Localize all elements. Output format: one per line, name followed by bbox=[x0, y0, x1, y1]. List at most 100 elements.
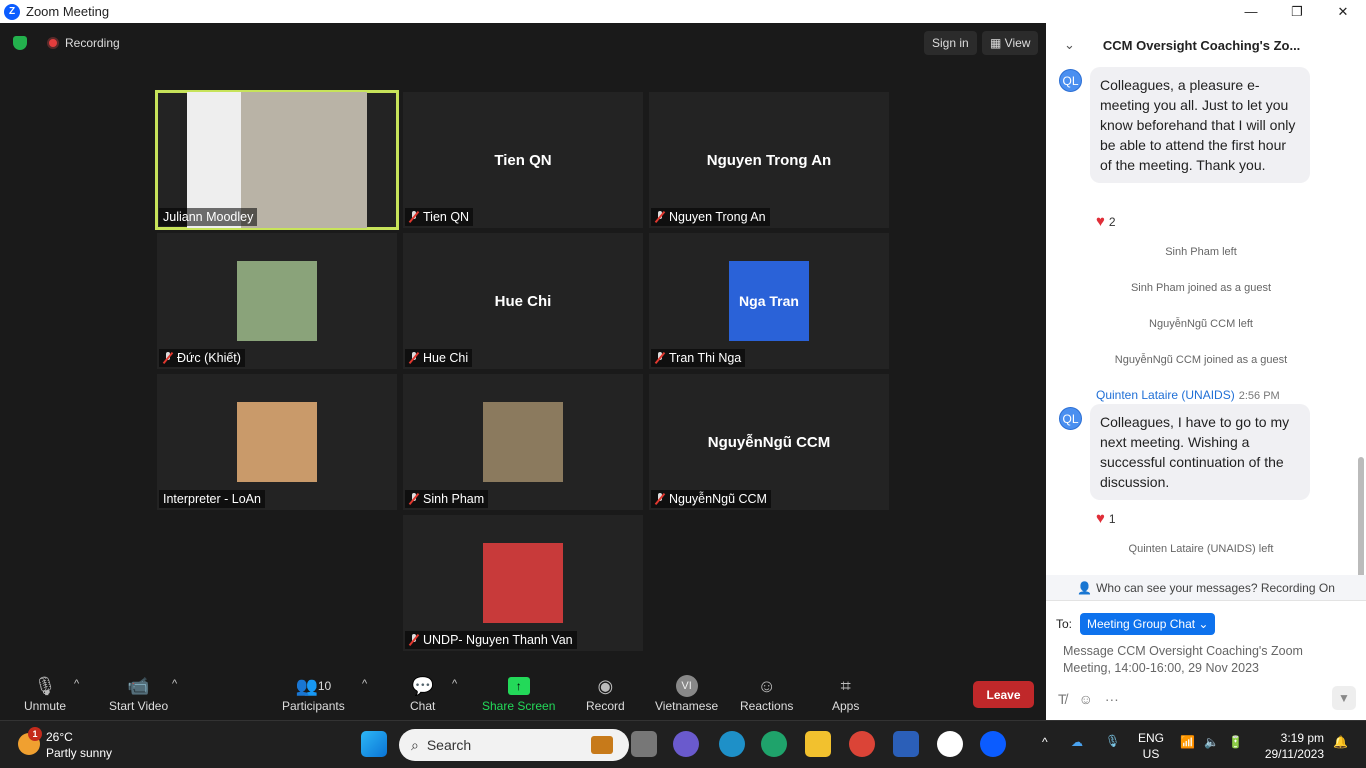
teams-icon[interactable] bbox=[673, 731, 699, 757]
start-video-button[interactable]: 📹 Start Video bbox=[109, 673, 168, 714]
video-tile[interactable]: Juliann Moodley bbox=[155, 90, 399, 230]
language-interpretation-button[interactable]: VI Vietnamese bbox=[655, 673, 718, 713]
briefcase-icon bbox=[591, 736, 613, 754]
chrome-icon[interactable] bbox=[849, 731, 875, 757]
collapse-chevron-icon[interactable]: ⌄ bbox=[1064, 37, 1075, 53]
video-off-icon: 📹 bbox=[127, 675, 150, 696]
participant-photo bbox=[237, 402, 317, 482]
search-icon: ⌕ bbox=[411, 736, 419, 753]
muted-mic-icon bbox=[409, 634, 419, 646]
message-input[interactable]: Message CCM Oversight Coaching's Zoom Me… bbox=[1063, 643, 1343, 677]
maximize-button[interactable]: ❐ bbox=[1274, 0, 1320, 23]
participant-label: Sinh Pham bbox=[405, 490, 489, 508]
video-tile[interactable]: Interpreter - LoAn bbox=[157, 374, 397, 510]
chat-options-caret[interactable]: ^ bbox=[452, 678, 457, 690]
message-time: 2:56 PM bbox=[1238, 390, 1280, 402]
microphone-icon[interactable]: 🎙 bbox=[1105, 734, 1120, 748]
message-visibility-notice[interactable]: 👤 Who can see your messages? Recording On bbox=[1046, 575, 1366, 601]
recipient-dropdown[interactable]: Meeting Group Chat ⌄ bbox=[1080, 613, 1216, 635]
participant-photo bbox=[483, 543, 563, 623]
muted-mic-icon bbox=[655, 493, 665, 505]
language-badge-icon: VI bbox=[675, 675, 698, 697]
system-message: NguyễnNgũ CCM joined as a guest bbox=[1114, 354, 1288, 366]
video-tile[interactable]: Tien QN Tien QN bbox=[403, 92, 643, 228]
heart-reaction[interactable]: ♥ 1 bbox=[1096, 510, 1116, 527]
participant-avatar: Nga Tran bbox=[729, 261, 809, 341]
chat-button[interactable]: 💬 Chat bbox=[410, 673, 435, 714]
chat-panel: ⌄ CCM Oversight Coaching's Zo... QL Colle… bbox=[1046, 23, 1366, 720]
share-screen-button[interactable]: ↑ Share Screen bbox=[482, 673, 555, 713]
security-shield-icon[interactable] bbox=[13, 36, 27, 50]
chat-scrollbar[interactable] bbox=[1358, 457, 1364, 575]
edge-icon[interactable] bbox=[761, 731, 787, 757]
participant-label: Tien QN bbox=[405, 208, 474, 226]
video-tile[interactable]: NguyễnNgũ CCM NguyễnNgũ CCM bbox=[649, 374, 889, 510]
input-language[interactable]: ENG US bbox=[1138, 730, 1164, 762]
task-view-icon[interactable] bbox=[631, 731, 657, 757]
wifi-icon[interactable]: 📶 bbox=[1180, 735, 1195, 749]
record-dot-icon bbox=[47, 37, 59, 49]
avatar: QL bbox=[1059, 407, 1082, 430]
onedrive-icon[interactable]: ☁ bbox=[1071, 735, 1083, 749]
zalo-icon[interactable] bbox=[937, 731, 963, 757]
format-text-icon[interactable]: T̸ bbox=[1058, 691, 1067, 707]
heart-reaction[interactable]: ♥ 2 bbox=[1096, 213, 1116, 230]
share-screen-icon: ↑ bbox=[507, 677, 530, 695]
help-icon[interactable] bbox=[719, 731, 745, 757]
emoji-icon[interactable]: ☺ bbox=[1079, 691, 1093, 707]
send-button[interactable]: ▼ bbox=[1332, 686, 1356, 710]
view-button[interactable]: ▦ View bbox=[982, 31, 1039, 55]
participant-label: Interpreter - LoAn bbox=[159, 490, 265, 508]
apps-icon: ⌗ bbox=[840, 675, 851, 696]
participant-label: Đức (Khiết) bbox=[159, 349, 245, 367]
video-tile[interactable]: UNDP- Nguyen Thanh Van bbox=[403, 515, 643, 651]
muted-mic-icon bbox=[409, 211, 419, 223]
video-tile[interactable]: Đức (Khiết) bbox=[157, 233, 397, 369]
minimize-button[interactable]: — bbox=[1228, 0, 1274, 23]
video-options-caret[interactable]: ^ bbox=[172, 678, 177, 690]
windows-taskbar: 1 26°C Partly sunny ⌕ Search ^ ☁ 🎙 ENG US 📶… bbox=[0, 720, 1366, 768]
system-message: Sinh Pham left bbox=[1165, 246, 1237, 258]
chat-icon: 💬 bbox=[411, 675, 434, 696]
participant-label: NguyễnNgũ CCM bbox=[651, 490, 771, 508]
unmute-button[interactable]: 🎙 Unmute bbox=[24, 673, 66, 714]
recording-indicator[interactable]: Recording bbox=[47, 36, 120, 50]
video-tile[interactable]: Hue Chi Hue Chi bbox=[403, 233, 643, 369]
zoom-logo-icon: Z bbox=[4, 3, 20, 20]
audio-options-caret[interactable]: ^ bbox=[74, 678, 79, 690]
more-icon[interactable]: ··· bbox=[1105, 691, 1119, 707]
leave-button[interactable]: Leave bbox=[973, 681, 1034, 708]
sign-in-button[interactable]: Sign in bbox=[924, 31, 977, 55]
reactions-button[interactable]: ☺ Reactions bbox=[740, 673, 793, 714]
word-icon[interactable] bbox=[893, 731, 919, 757]
show-hidden-icons[interactable]: ^ bbox=[1042, 735, 1048, 749]
apps-button[interactable]: ⌗ Apps bbox=[832, 673, 859, 714]
system-message: NguyễnNgũ CCM left bbox=[1149, 318, 1253, 330]
zoom-taskbar-icon[interactable] bbox=[980, 731, 1006, 757]
system-message: Sinh Pham joined as a guest bbox=[1130, 282, 1272, 294]
weather-widget[interactable]: 1 26°C Partly sunny bbox=[18, 727, 112, 761]
video-tile[interactable]: Nguyen Trong An Nguyen Trong An bbox=[649, 92, 889, 228]
chat-message: Colleagues, a pleasure e-meeting you all… bbox=[1090, 67, 1310, 183]
participants-options-caret[interactable]: ^ bbox=[362, 678, 367, 690]
taskbar-search[interactable]: ⌕ Search bbox=[399, 729, 629, 761]
participants-button[interactable]: 👥 10 Participants bbox=[282, 673, 345, 714]
start-button-icon[interactable] bbox=[361, 731, 387, 757]
muted-mic-icon bbox=[409, 493, 419, 505]
video-tile[interactable]: Nga Tran Tran Thi Nga bbox=[649, 233, 889, 369]
participants-icon: 👥 10 bbox=[295, 675, 332, 696]
send-icon: ▼ bbox=[1338, 691, 1350, 705]
heart-icon: ♥ bbox=[1096, 213, 1105, 230]
chat-message-list[interactable]: QL Colleagues, a pleasure e-meeting you … bbox=[1046, 67, 1366, 575]
battery-icon[interactable]: 🔋 bbox=[1228, 735, 1243, 749]
video-tile[interactable]: Sinh Pham bbox=[403, 374, 643, 510]
record-button[interactable]: ◉ Record bbox=[586, 673, 625, 714]
record-icon: ◉ bbox=[597, 675, 614, 696]
close-button[interactable]: ✕ bbox=[1320, 0, 1366, 23]
volume-icon[interactable]: 🔈 bbox=[1204, 735, 1219, 749]
window-title: Zoom Meeting bbox=[26, 4, 110, 19]
clock[interactable]: 3:19 pm 29/11/2023 bbox=[1258, 730, 1324, 762]
muted-mic-icon: 🎙 bbox=[33, 675, 57, 696]
notification-bell-icon[interactable]: 🔔 bbox=[1333, 735, 1348, 749]
file-explorer-icon[interactable] bbox=[805, 731, 831, 757]
